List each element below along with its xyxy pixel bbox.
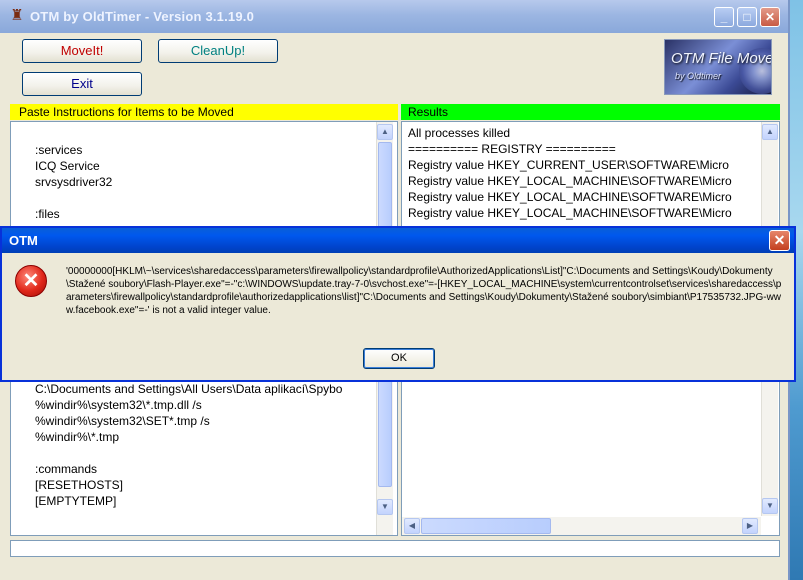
scroll-up-arrow-icon[interactable]: ▲ [377,124,393,140]
status-bar [10,540,780,557]
otm-logo: OTM File Mover by Oldtimer [664,39,772,95]
main-title-bar[interactable]: ♜ OTM by OldTimer - Version 3.1.19.0 _ □… [0,0,788,33]
dialog-title-bar[interactable]: OTM ✕ [2,228,794,253]
scroll-down-arrow-icon[interactable]: ▼ [377,499,393,515]
scroll-right-arrow-icon[interactable]: ▶ [742,518,758,534]
error-message: '00000000[HKLM\~\services\sharedaccess\p… [66,266,782,316]
exit-button[interactable]: Exit [22,72,142,96]
maximize-button[interactable]: □ [737,7,757,27]
instructions-panel-header: Paste Instructions for Items to be Moved [10,104,398,120]
window-title: OTM by OldTimer - Version 3.1.19.0 [30,9,255,24]
results-text: All processes killed ========== REGISTRY… [408,126,732,220]
cleanup-button[interactable]: CleanUp! [158,39,278,63]
moveit-button[interactable]: MoveIt! [22,39,142,63]
dialog-close-button[interactable]: ✕ [769,230,790,251]
ok-button[interactable]: OK [363,348,435,369]
instructions-text-bottom: C:\Documents and Settings\All Users\Data… [35,382,343,508]
instructions-text-top: :services ICQ Service srvsysdriver32 :fi… [35,143,113,221]
app-icon: ♜ [10,7,24,24]
results-h-scroll-thumb[interactable] [421,518,551,534]
results-horizontal-scrollbar[interactable]: ◀ ▶ [402,517,761,535]
close-button[interactable]: ✕ [760,7,780,27]
error-icon: ✕ [15,265,47,297]
logo-title: OTM File Mover [671,50,772,67]
minimize-button[interactable]: _ [714,7,734,27]
logo-subtitle: by Oldtimer [675,71,722,81]
results-scroll-down-arrow-icon[interactable]: ▼ [762,498,778,514]
scroll-left-arrow-icon[interactable]: ◀ [404,518,420,534]
results-panel-header: Results [401,104,780,120]
error-dialog: OTM ✕ ✕ '00000000[HKLM\~\services\shared… [0,226,796,382]
results-scroll-up-arrow-icon[interactable]: ▲ [762,124,778,140]
dialog-title: OTM [9,233,38,248]
